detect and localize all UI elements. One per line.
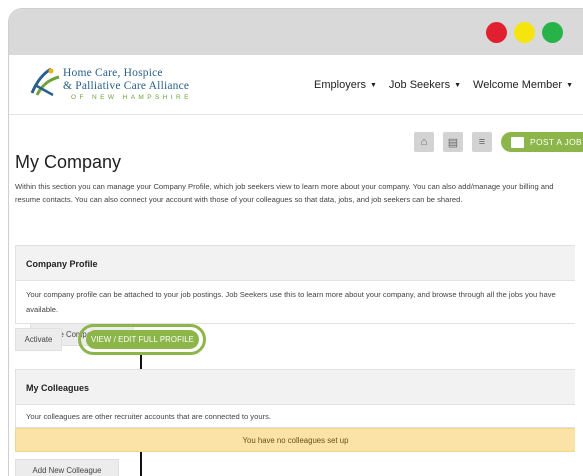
site-logo[interactable]: Home Care, Hospice & Palliative Care All… bbox=[29, 63, 229, 107]
logo-text-line2: & Palliative Care Alliance bbox=[63, 80, 190, 92]
menu-welcome-member[interactable]: Welcome Member ▼ bbox=[473, 79, 573, 91]
chevron-down-icon: ▼ bbox=[454, 82, 462, 89]
logo-mark-icon bbox=[30, 67, 60, 97]
menu-job-seekers-label: Job Seekers bbox=[388, 79, 451, 91]
post-job-icon bbox=[511, 136, 524, 148]
my-colleagues-heading: My Colleagues bbox=[15, 369, 575, 405]
page-intro: Within this section you can manage your … bbox=[15, 182, 554, 204]
employer-toolbar: ⌂ ▤ ≡ POST A JOB bbox=[414, 132, 583, 152]
list-icon[interactable]: ≡ bbox=[472, 132, 492, 152]
activate-button[interactable]: Activate bbox=[15, 328, 62, 351]
logo-subtitle: OF NEW HAMPSHIRE bbox=[71, 94, 192, 101]
menu-employers[interactable]: Employers ▼ bbox=[314, 79, 377, 91]
close-window-button[interactable] bbox=[486, 22, 507, 43]
window-titlebar bbox=[9, 9, 583, 55]
post-job-label: POST A JOB bbox=[530, 137, 582, 147]
company-profile-description: Your company profile can be attached to … bbox=[15, 281, 575, 324]
no-colleagues-notice: You have no colleagues set up bbox=[15, 428, 575, 452]
minimize-window-button[interactable] bbox=[514, 22, 535, 43]
logo-text-line1: Home Care, Hospice bbox=[63, 67, 163, 79]
home-icon[interactable]: ⌂ bbox=[414, 132, 434, 152]
site-navbar: Home Care, Hospice & Palliative Care All… bbox=[9, 55, 583, 115]
view-edit-profile-button[interactable]: VIEW / EDIT FULL PROFILE bbox=[86, 330, 199, 349]
company-profile-heading: Company Profile bbox=[15, 245, 575, 281]
add-colleague-button[interactable]: Add New Colleague bbox=[15, 459, 119, 476]
maximize-window-button[interactable] bbox=[542, 22, 563, 43]
menu-welcome-member-label: Welcome Member bbox=[473, 79, 563, 91]
colleagues-description: Your colleagues are other recruiter acco… bbox=[15, 405, 575, 428]
chevron-down-icon: ▼ bbox=[566, 82, 573, 89]
main-menu: Employers ▼ Job Seekers ▼ Welcome Member ▼ bbox=[314, 79, 573, 91]
post-job-button[interactable]: POST A JOB bbox=[501, 132, 583, 152]
search-resume-icon[interactable]: ▤ bbox=[443, 132, 463, 152]
page-title: My Company bbox=[15, 152, 122, 172]
menu-job-seekers[interactable]: Job Seekers ▼ bbox=[389, 79, 461, 91]
menu-employers-label: Employers bbox=[314, 79, 366, 91]
chevron-down-icon: ▼ bbox=[369, 82, 377, 89]
